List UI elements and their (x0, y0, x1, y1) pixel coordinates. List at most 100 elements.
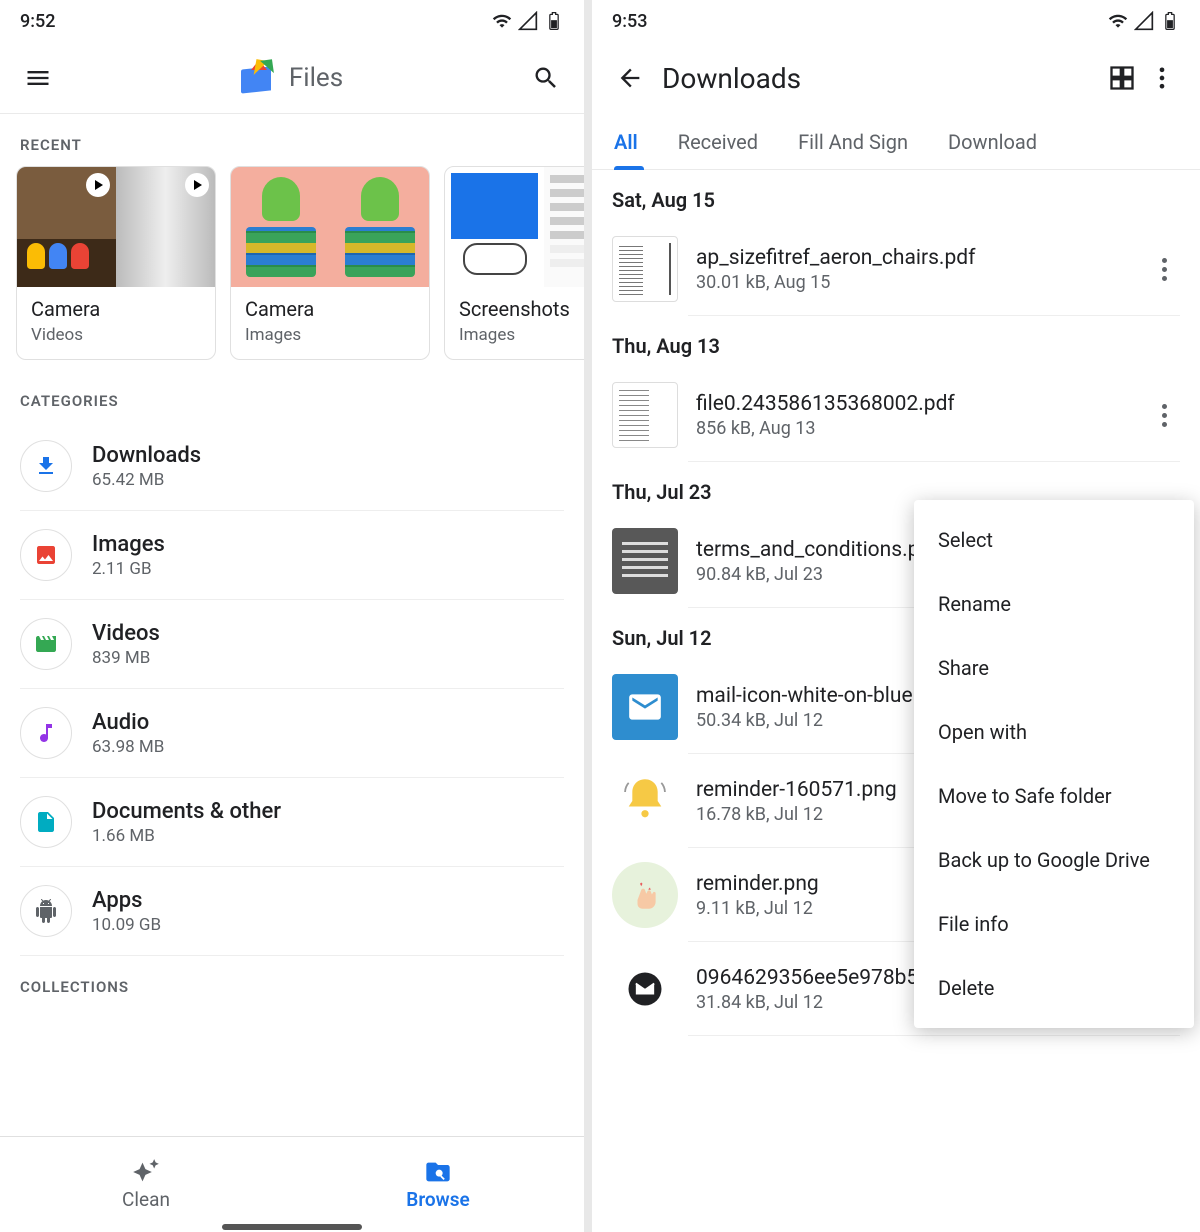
status-time: 9:53 (612, 11, 647, 32)
category-title: Images (92, 532, 165, 557)
search-button[interactable] (526, 58, 566, 98)
pdf-thumb-icon (612, 382, 678, 448)
view-grid-button[interactable] (1102, 58, 1142, 98)
battery-icon (544, 11, 564, 31)
recent-sub: Images (459, 325, 584, 345)
image-icon (20, 529, 72, 581)
nav-browse-label: Browse (406, 1188, 469, 1211)
category-title: Downloads (92, 443, 201, 468)
recent-thumbnail (231, 167, 429, 287)
file-name: file0.243586135368002.pdf (696, 392, 1130, 416)
recent-sub: Images (245, 325, 415, 345)
file-more-button[interactable] (1148, 404, 1180, 427)
document-icon (20, 796, 72, 848)
status-icons (492, 11, 564, 31)
wifi-icon (1108, 11, 1128, 31)
file-row[interactable]: file0.243586135368002.pdf 856 kB, Aug 13 (592, 368, 1200, 462)
category-images[interactable]: Images2.11 GB (20, 511, 564, 600)
pdf-thumb-icon (612, 528, 678, 594)
mail-thumb-icon (612, 674, 678, 740)
signal-icon (518, 11, 538, 31)
app-bar: Files (0, 42, 584, 114)
category-size: 1.66 MB (92, 826, 281, 846)
back-button[interactable] (610, 58, 650, 98)
category-size: 63.98 MB (92, 737, 164, 757)
bottom-nav: Clean Browse (0, 1136, 584, 1232)
files-logo-icon (241, 60, 277, 96)
tabs: All Received Fill And Sign Download (592, 114, 1200, 170)
menu-move-safe[interactable]: Move to Safe folder (914, 764, 1194, 828)
file-row[interactable]: ap_sizefitref_aeron_chairs.pdf 30.01 kB,… (592, 222, 1200, 316)
category-downloads[interactable]: Downloads65.42 MB (20, 422, 564, 511)
menu-open-with[interactable]: Open with (914, 700, 1194, 764)
menu-delete[interactable]: Delete (914, 956, 1194, 1020)
tab-received[interactable]: Received (658, 114, 778, 169)
wifi-icon (492, 11, 512, 31)
grid-icon (1108, 64, 1136, 92)
pdf-thumb-icon (612, 236, 678, 302)
category-audio[interactable]: Audio63.98 MB (20, 689, 564, 778)
email-round-thumb-icon (612, 956, 678, 1022)
app-title-wrap: Files (241, 60, 343, 96)
recent-title: Screenshots (459, 297, 584, 321)
nav-clean-label: Clean (122, 1188, 170, 1211)
recent-thumbnail (445, 167, 584, 287)
menu-rename[interactable]: Rename (914, 572, 1194, 636)
tab-fill-and-sign[interactable]: Fill And Sign (778, 114, 928, 169)
nav-browse[interactable]: Browse (292, 1137, 584, 1232)
file-name: ap_sizefitref_aeron_chairs.pdf (696, 246, 1130, 270)
recent-row: Camera Videos Camera Images Screenshots … (0, 166, 584, 370)
search-icon (532, 64, 560, 92)
play-icon (86, 173, 110, 197)
status-time: 9:52 (20, 11, 55, 32)
recent-sub: Videos (31, 325, 201, 345)
bell-thumb-icon (612, 768, 678, 834)
menu-share[interactable]: Share (914, 636, 1194, 700)
recent-thumbnail (17, 167, 215, 287)
recent-title: Camera (245, 297, 415, 321)
nav-clean[interactable]: Clean (0, 1137, 292, 1232)
hamburger-icon (24, 64, 52, 92)
menu-button[interactable] (18, 58, 58, 98)
status-bar: 9:53 (592, 0, 1200, 42)
arrow-back-icon (616, 64, 644, 92)
video-icon (20, 618, 72, 670)
category-title: Audio (92, 710, 164, 735)
audio-icon (20, 707, 72, 759)
more-button[interactable] (1142, 58, 1182, 98)
section-collections-label: COLLECTIONS (0, 956, 584, 1008)
sparkle-icon (132, 1158, 160, 1186)
file-sub: 30.01 kB, Aug 15 (696, 272, 1130, 293)
more-vert-icon (1148, 64, 1176, 92)
file-sub: 856 kB, Aug 13 (696, 418, 1130, 439)
date-header: Sat, Aug 15 (592, 170, 1200, 222)
recent-card-camera-images[interactable]: Camera Images (230, 166, 430, 360)
play-icon (185, 173, 209, 197)
category-title: Documents & other (92, 799, 281, 824)
date-header: Thu, Aug 13 (592, 316, 1200, 368)
hand-thumb-icon (612, 862, 678, 928)
category-apps[interactable]: Apps10.09 GB (20, 867, 564, 956)
battery-icon (1160, 11, 1180, 31)
file-more-button[interactable] (1148, 258, 1180, 281)
section-categories-label: CATEGORIES (0, 370, 584, 422)
recent-card-camera-videos[interactable]: Camera Videos (16, 166, 216, 360)
page-title: Downloads (662, 62, 801, 95)
tab-all[interactable]: All (614, 114, 658, 169)
category-title: Apps (92, 888, 161, 913)
menu-select[interactable]: Select (914, 508, 1194, 572)
signal-icon (1134, 11, 1154, 31)
recent-title: Camera (31, 297, 201, 321)
menu-backup-drive[interactable]: Back up to Google Drive (914, 828, 1194, 892)
section-recent-label: RECENT (0, 114, 584, 166)
menu-file-info[interactable]: File info (914, 892, 1194, 956)
category-documents[interactable]: Documents & other1.66 MB (20, 778, 564, 867)
category-videos[interactable]: Videos839 MB (20, 600, 564, 689)
gesture-bar (222, 1224, 362, 1230)
status-icons (1108, 11, 1180, 31)
apps-icon (20, 885, 72, 937)
category-size: 2.11 GB (92, 559, 165, 579)
recent-card-screenshots[interactable]: Screenshots Images (444, 166, 584, 360)
tab-download[interactable]: Download (928, 114, 1057, 169)
status-bar: 9:52 (0, 0, 584, 42)
